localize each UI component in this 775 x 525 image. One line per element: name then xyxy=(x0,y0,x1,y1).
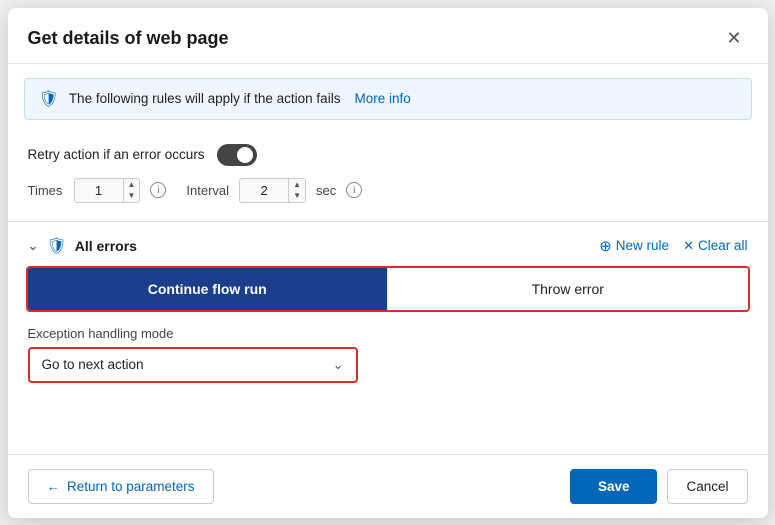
times-down[interactable]: ▼ xyxy=(124,190,140,202)
retry-label: Retry action if an error occurs xyxy=(28,147,205,162)
all-errors-title: All errors xyxy=(75,238,137,254)
interval-up[interactable]: ▲ xyxy=(289,179,305,191)
shield-icon: 🛡 xyxy=(39,89,59,109)
interval-info-icon: i xyxy=(346,182,362,198)
interval-arrows: ▲ ▼ xyxy=(288,179,305,202)
action-buttons-row: Continue flow run Throw error xyxy=(26,266,750,312)
plus-icon: ⊕ xyxy=(599,237,612,255)
toggle-row: Retry action if an error occurs xyxy=(28,138,748,174)
times-row: Times ▲ ▼ i Interval ▲ ▼ s xyxy=(28,174,748,211)
toggle-slider xyxy=(217,144,257,166)
shield-blue-icon: 🛡 xyxy=(46,236,66,256)
interval-input[interactable] xyxy=(240,179,288,202)
clear-all-button[interactable]: ✕ Clear all xyxy=(683,238,747,254)
save-button[interactable]: Save xyxy=(570,469,658,504)
all-errors-row: ⌄ 🛡 All errors ⊕ New rule ✕ Clear all xyxy=(8,226,768,266)
exception-label: Exception handling mode xyxy=(28,326,748,341)
chevron-down-icon: ⌄ xyxy=(333,357,344,373)
retry-section: Retry action if an error occurs Times ▲ … xyxy=(8,128,768,217)
interval-down[interactable]: ▼ xyxy=(289,190,305,202)
times-arrows: ▲ ▼ xyxy=(123,179,140,202)
return-to-parameters-button[interactable]: ← Return to parameters xyxy=(28,469,214,504)
more-info-link[interactable]: More info xyxy=(354,91,410,106)
retry-toggle[interactable] xyxy=(217,144,257,166)
exception-section: Exception handling mode Go to next actio… xyxy=(8,322,768,393)
footer-right: Save Cancel xyxy=(570,469,748,504)
interval-spin: ▲ ▼ xyxy=(239,178,306,203)
new-rule-label: New rule xyxy=(616,238,669,253)
exception-dropdown-value: Go to next action xyxy=(42,357,144,372)
dialog: Get details of web page ✕ 🛡 The followin… xyxy=(8,8,768,518)
close-button[interactable]: ✕ xyxy=(720,26,747,51)
banner-text: The following rules will apply if the ac… xyxy=(69,91,341,106)
new-rule-button[interactable]: ⊕ New rule xyxy=(599,237,669,255)
left-arrow-icon: ← xyxy=(47,479,61,494)
info-banner: 🛡 The following rules will apply if the … xyxy=(24,78,752,120)
times-info-icon: i xyxy=(150,182,166,198)
continue-flow-button[interactable]: Continue flow run xyxy=(28,268,388,310)
times-up[interactable]: ▲ xyxy=(124,179,140,191)
return-label: Return to parameters xyxy=(67,479,195,494)
all-errors-left: ⌄ 🛡 All errors xyxy=(28,236,137,256)
all-errors-right: ⊕ New rule ✕ Clear all xyxy=(599,237,747,255)
dialog-footer: ← Return to parameters Save Cancel xyxy=(8,454,768,518)
times-input[interactable] xyxy=(75,179,123,202)
divider xyxy=(8,221,768,222)
times-label: Times xyxy=(28,183,64,198)
exception-dropdown[interactable]: Go to next action ⌄ xyxy=(28,347,358,383)
dialog-title: Get details of web page xyxy=(28,28,229,49)
chevron-down-icon[interactable]: ⌄ xyxy=(28,238,39,254)
interval-label: Interval xyxy=(186,183,229,198)
clear-all-label: Clear all xyxy=(698,238,748,253)
x-icon: ✕ xyxy=(683,238,694,254)
dialog-header: Get details of web page ✕ xyxy=(8,8,768,64)
times-spin: ▲ ▼ xyxy=(74,178,141,203)
cancel-button[interactable]: Cancel xyxy=(667,469,747,504)
content-area: 🛡 The following rules will apply if the … xyxy=(8,64,768,454)
sec-label: sec xyxy=(316,183,336,198)
throw-error-button[interactable]: Throw error xyxy=(387,268,748,310)
